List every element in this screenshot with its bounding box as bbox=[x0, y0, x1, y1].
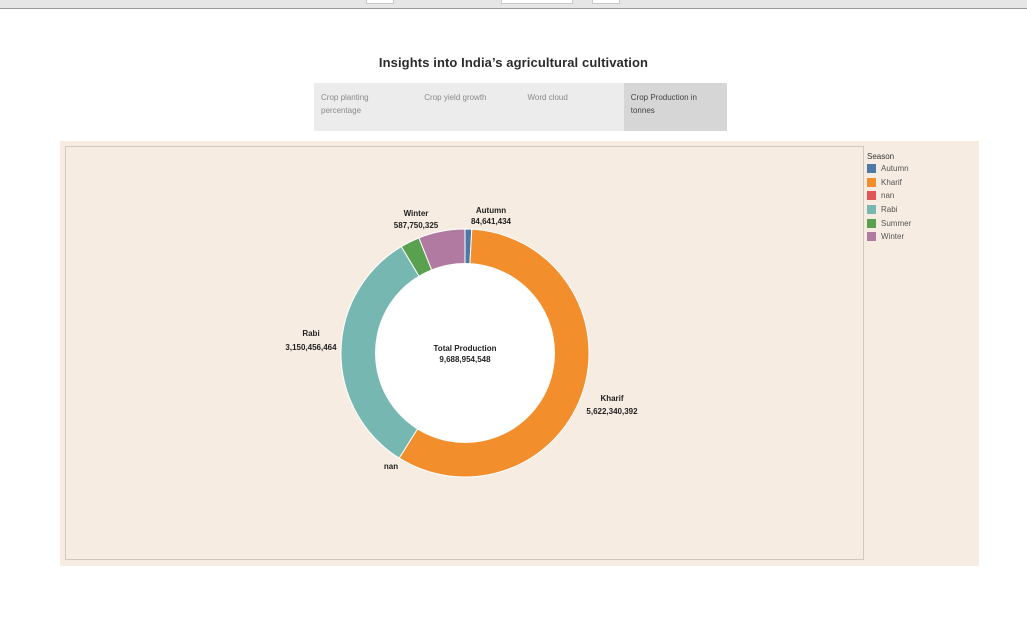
tab-crop-production[interactable]: Crop Production in tonnes bbox=[623, 83, 727, 131]
legend-title: Season bbox=[867, 152, 895, 161]
legend-swatch bbox=[867, 191, 876, 201]
slice-label-autumn-value: 84,641,434 bbox=[471, 217, 512, 226]
slice-label-rabi-value: 3,150,456,464 bbox=[285, 343, 337, 352]
tab-word-cloud[interactable]: Word cloud bbox=[521, 83, 624, 131]
center-title: Total Production bbox=[434, 344, 497, 353]
legend-swatch bbox=[867, 205, 876, 215]
toolbar-tab-stub[interactable] bbox=[501, 0, 573, 4]
story-navigator: Crop planting percentage Crop yield grow… bbox=[314, 83, 727, 131]
donut-hole bbox=[375, 263, 555, 443]
toolbar-tab-stub[interactable] bbox=[592, 0, 620, 4]
legend-item-winter[interactable]: Winter bbox=[867, 230, 911, 244]
tab-crop-yield-growth[interactable]: Crop yield growth bbox=[417, 83, 520, 131]
legend-swatch bbox=[867, 218, 876, 228]
slice-label-kharif-name: Kharif bbox=[600, 394, 623, 403]
slice-label-rabi-name: Rabi bbox=[302, 329, 319, 338]
slice-label-winter-value: 587,750,325 bbox=[394, 221, 439, 230]
slice-label-autumn-name: Autumn bbox=[476, 206, 506, 215]
chart-panel: Total Production 9,688,954,548 Autumn 84… bbox=[60, 141, 979, 566]
legend-item-kharif[interactable]: Kharif bbox=[867, 176, 911, 190]
legend-item-autumn[interactable]: Autumn bbox=[867, 162, 911, 176]
legend-item-label: Rabi bbox=[881, 205, 898, 215]
legend-item-rabi[interactable]: Rabi bbox=[867, 203, 911, 217]
legend-swatch bbox=[867, 177, 876, 187]
legend-item-nan[interactable]: nan bbox=[867, 189, 911, 203]
legend-item-label: Winter bbox=[881, 232, 905, 242]
legend-item-label: Autumn bbox=[881, 164, 909, 174]
toolbar-tab-stub[interactable] bbox=[366, 0, 394, 4]
legend-swatch bbox=[867, 232, 876, 242]
legend-item-label: Kharif bbox=[881, 177, 902, 187]
legend-item-label: Summer bbox=[881, 218, 912, 228]
slice-label-nan-name: nan bbox=[384, 462, 398, 471]
dashboard-title: Insights into India’s agricultural culti… bbox=[378, 55, 649, 70]
season-legend: Season Autumn Kharif nan Rabi Summer Win… bbox=[867, 152, 911, 244]
legend-swatch bbox=[867, 164, 876, 174]
browser-top-bar bbox=[0, 0, 1027, 9]
slice-label-kharif-value: 5,622,340,392 bbox=[586, 407, 638, 416]
legend-item-label: nan bbox=[881, 191, 895, 201]
legend-item-summer[interactable]: Summer bbox=[867, 216, 911, 230]
tab-crop-planting-percentage[interactable]: Crop planting percentage bbox=[314, 83, 417, 131]
donut-chart[interactable]: Total Production 9,688,954,548 Autumn 84… bbox=[60, 141, 979, 566]
center-value: 9,688,954,548 bbox=[439, 355, 491, 364]
slice-label-winter-name: Winter bbox=[404, 209, 429, 218]
